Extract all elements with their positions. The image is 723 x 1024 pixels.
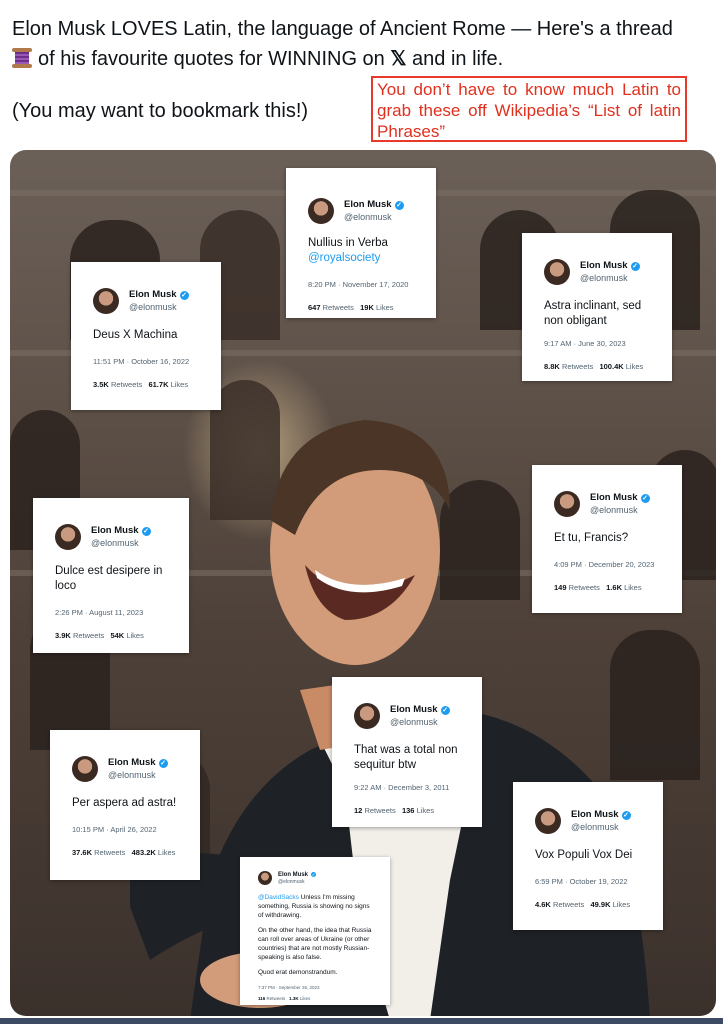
tweet-stats: 116 Retweets 1.3K Likes xyxy=(258,996,311,1001)
author-handle: @elonmusk xyxy=(278,878,305,885)
annotation-box: You don’t have to know much Latin to gra… xyxy=(371,76,687,142)
author-handle: @elonmusk xyxy=(571,822,619,832)
author-name: Elon Musk xyxy=(91,525,139,536)
avatar xyxy=(554,491,580,517)
tweet-text: That was a total non sequitur btw xyxy=(354,744,458,771)
tweet-text-paragraph-2: On the other hand, the idea that Russia … xyxy=(258,927,372,961)
verified-badge-icon: ✓ xyxy=(440,706,450,715)
tweet-card[interactable]: Elon Musk ✓ @elonmusk Et tu, Francis? 4:0… xyxy=(532,465,682,613)
avatar xyxy=(55,524,81,550)
tweet-timestamp: 6:59 PM · October 19, 2022 xyxy=(535,877,628,886)
post-line-1: Elon Musk LOVES Latin, the language of A… xyxy=(12,18,673,40)
tweet-timestamp: 11:51 PM · October 16, 2022 xyxy=(93,357,190,366)
tweet-card[interactable]: Elon Musk ✓ @elonmusk That was a total no… xyxy=(332,677,482,827)
tweet-text: Vox Populi Vox Dei xyxy=(535,849,633,861)
tweet-stats: 149 Retweets 1.6K Likes xyxy=(554,583,642,592)
tweet-timestamp: 2:26 PM · August 11, 2023 xyxy=(55,608,144,617)
mention-link[interactable]: @royalsociety xyxy=(308,251,422,266)
post-image[interactable]: Elon Musk ✓ @elonmusk Nullius in Verba @ro… xyxy=(10,150,716,1016)
author-handle: @elonmusk xyxy=(129,302,177,312)
author-handle: @elonmusk xyxy=(390,717,438,727)
avatar xyxy=(535,808,561,834)
author-handle: @elonmusk xyxy=(344,212,392,222)
tweet-stats: 12 Retweets 136 Likes xyxy=(354,806,435,815)
tweet-timestamp: 9:17 AM · June 30, 2023 xyxy=(544,339,626,348)
author-name: Elon Musk xyxy=(344,199,392,210)
mention-link[interactable]: @DavidSacks xyxy=(258,894,299,901)
avatar xyxy=(354,703,380,729)
author-handle: @elonmusk xyxy=(580,273,628,283)
tweet-card[interactable]: Elon Musk ✓ @elonmusk Nullius in Verba @ro… xyxy=(286,168,436,318)
tweet-text: Dulce est desipere in loco xyxy=(55,565,163,592)
tweet-card[interactable]: Elon Musk ✓ @elonmusk Dulce est desipere … xyxy=(33,498,189,653)
verified-badge-icon: ✓ xyxy=(141,527,151,536)
tweet-text: Astra inclinant, sed non obligant xyxy=(544,300,642,327)
tweet-timestamp: 9:22 AM · December 3, 2011 xyxy=(354,783,450,792)
author-name: Elon Musk xyxy=(129,289,177,300)
author-handle: @elonmusk xyxy=(108,770,156,780)
tweet-text-paragraph-3: Quod erat demonstrandum. xyxy=(258,969,338,976)
author-name: Elon Musk xyxy=(390,704,438,715)
verified-badge-icon: ✓ xyxy=(630,262,640,271)
tweet-text: Per aspera ad astra! xyxy=(72,797,177,809)
tweet-timestamp: 4:09 PM · December 20, 2023 xyxy=(554,560,655,569)
tweet-card[interactable]: Elon Musk ✓ @elonmusk Astra inclinant, se… xyxy=(522,233,672,381)
x-logo-icon: 𝕏 xyxy=(390,48,407,70)
post-line-2: of his favourite quotes for WINNING on 𝕏… xyxy=(12,44,717,74)
author-name: Elon Musk xyxy=(571,809,619,820)
tweet-stats: 37.6K Retweets 483.2K Likes xyxy=(72,848,176,857)
avatar xyxy=(544,259,570,285)
author-name: Elon Musk xyxy=(580,260,628,271)
tweet-card[interactable]: Elon Musk ✓ @elonmusk @DavidSacks Unless … xyxy=(240,857,390,1005)
tweet-timestamp: 10:15 PM · April 26, 2022 xyxy=(72,825,157,834)
tweet-timestamp: 8:20 PM · November 17, 2020 xyxy=(308,280,409,289)
author-handle: @elonmusk xyxy=(91,538,139,548)
verified-badge-icon: ✓ xyxy=(640,494,650,503)
verified-badge-icon: ✓ xyxy=(179,291,189,300)
spool-of-thread-icon xyxy=(12,47,32,69)
tweet-text: Deus X Machina xyxy=(93,329,178,341)
tweet-text: Nullius in Verba xyxy=(308,237,388,249)
tweet-stats: 3.5K Retweets 61.7K Likes xyxy=(93,380,189,389)
tweet-stats: 8.8K Retweets 100.4K Likes xyxy=(544,362,644,371)
tweet-card[interactable]: Elon Musk ✓ @elonmusk Vox Populi Vox Dei … xyxy=(513,782,663,930)
author-name: Elon Musk xyxy=(590,492,638,503)
post-line-2-end: and in life. xyxy=(406,48,504,70)
tweet-timestamp: 7:37 PM · September 26, 2023 xyxy=(258,985,320,990)
bottom-bar xyxy=(0,1018,723,1024)
author-name: Elon Musk xyxy=(108,757,156,768)
tweet-text: Et tu, Francis? xyxy=(554,532,629,544)
author-name: Elon Musk xyxy=(278,871,309,878)
tweet-stats: 647 Retweets 19K Likes xyxy=(308,303,394,312)
avatar xyxy=(93,288,119,314)
verified-badge-icon: ✓ xyxy=(158,759,168,768)
tweet-card[interactable]: Elon Musk ✓ @elonmusk Per aspera ad astra… xyxy=(50,730,200,880)
avatar xyxy=(258,871,272,885)
verified-badge-icon: ✓ xyxy=(621,811,631,820)
tweet-stats: 3.9K Retweets 54K Likes xyxy=(55,631,144,640)
verified-badge-icon: ✓ xyxy=(311,871,317,877)
author-handle: @elonmusk xyxy=(590,505,638,515)
avatar xyxy=(72,756,98,782)
tweet-stats: 4.6K Retweets 49.9K Likes xyxy=(535,900,631,909)
tweet-card[interactable]: Elon Musk ✓ @elonmusk Deus X Machina 11:5… xyxy=(71,262,221,410)
post-line-2-text: of his favourite quotes for WINNING on xyxy=(38,48,391,70)
verified-badge-icon: ✓ xyxy=(394,201,404,210)
avatar xyxy=(308,198,334,224)
